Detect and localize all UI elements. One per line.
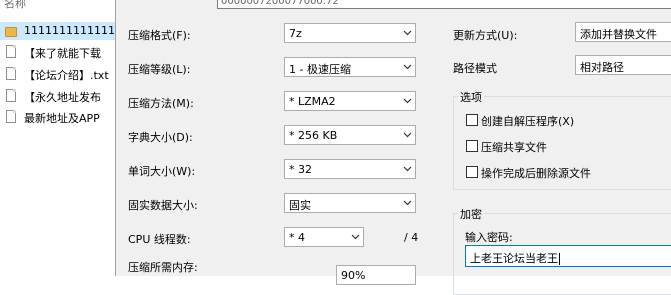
- text-caret: [559, 253, 560, 265]
- word-value: * 32: [289, 163, 312, 176]
- file-list-panel: 名称 11111111111111 【来了就能下载 【论坛介绍】.txt 【永久…: [0, 0, 115, 276]
- update-select[interactable]: 添加并替换文件: [575, 22, 671, 42]
- text-file-icon: [5, 67, 17, 81]
- text-file-icon: [5, 110, 17, 124]
- chevron-down-icon: [403, 200, 412, 206]
- word-select[interactable]: * 32: [284, 159, 416, 179]
- sfx-label: 创建自解压程序(X): [481, 115, 575, 128]
- file-name: 【论坛介绍】.txt: [24, 69, 109, 82]
- chevron-down-icon: [403, 30, 412, 36]
- chevron-down-icon: [403, 64, 412, 70]
- update-value: 添加并替换文件: [580, 28, 657, 41]
- update-label: 更新方式(U):: [453, 29, 518, 42]
- chevron-down-icon: [403, 166, 412, 172]
- level-select[interactable]: 1 - 极速压缩: [284, 57, 416, 77]
- format-value: 7z: [289, 27, 302, 40]
- file-name: 最新地址及APP: [24, 112, 100, 125]
- file-row[interactable]: 最新地址及APP: [0, 108, 115, 126]
- threads-select[interactable]: * 4: [284, 227, 364, 247]
- chevron-down-icon: [403, 98, 412, 104]
- solid-select[interactable]: 固实: [284, 193, 416, 213]
- threads-value: * 4: [289, 231, 305, 244]
- file-name: 11111111111111: [24, 24, 115, 37]
- method-label: 压缩方法(M):: [128, 97, 194, 110]
- file-row[interactable]: 11111111111111: [0, 22, 115, 40]
- file-row[interactable]: 【来了就能下载: [0, 43, 115, 61]
- chevron-down-icon: [351, 234, 360, 240]
- file-row[interactable]: 【永久地址发布: [0, 87, 115, 105]
- column-header-name[interactable]: 名称: [4, 0, 26, 11]
- delete-source-checkbox[interactable]: [466, 166, 478, 178]
- memory-label: 压缩所需内存:: [128, 261, 198, 274]
- password-value: 上老王论坛当老王: [470, 252, 560, 265]
- path-mode-label: 路径模式: [453, 62, 497, 75]
- solid-label: 固实数据大小:: [128, 199, 198, 212]
- format-select[interactable]: 7z: [284, 23, 416, 43]
- options-title: 选项: [458, 89, 484, 105]
- password-input[interactable]: 上老王论坛当老王: [465, 245, 671, 267]
- path-mode-value: 相对路径: [580, 61, 624, 74]
- dict-select[interactable]: * 256 KB: [284, 125, 416, 145]
- solid-value: 固实: [289, 199, 311, 212]
- chevron-down-icon: [403, 132, 412, 138]
- memory-select[interactable]: 90%: [336, 265, 416, 285]
- format-label: 压缩格式(F):: [128, 29, 191, 42]
- file-row[interactable]: 【论坛介绍】.txt: [0, 65, 115, 83]
- text-file-icon: [5, 45, 17, 59]
- encryption-title: 加密: [458, 206, 484, 222]
- threads-total: / 4: [404, 231, 419, 244]
- file-name: 【永久地址发布: [24, 91, 101, 104]
- shared-label: 压缩共享文件: [481, 141, 547, 154]
- dict-value: * 256 KB: [289, 129, 338, 142]
- word-label: 单词大小(W):: [128, 165, 196, 178]
- dict-label: 字典大小(D):: [128, 131, 193, 144]
- file-name: 【来了就能下载: [24, 47, 101, 60]
- method-select[interactable]: * LZMA2: [284, 91, 416, 111]
- archive-name-field[interactable]: 0000007200077000.72: [217, 0, 671, 9]
- add-to-archive-dialog: 0000007200077000.72 压缩格式(F): 7z 压缩等级(L):…: [115, 0, 671, 295]
- method-value: * LZMA2: [289, 95, 336, 108]
- threads-label: CPU 线程数:: [128, 233, 191, 246]
- path-mode-select[interactable]: 相对路径: [575, 55, 671, 75]
- level-label: 压缩等级(L):: [128, 63, 191, 76]
- password-label: 输入密码:: [465, 231, 513, 244]
- text-file-icon: [5, 89, 17, 103]
- level-value: 1 - 极速压缩: [289, 63, 351, 76]
- sfx-checkbox[interactable]: [466, 114, 478, 126]
- folder-icon: [5, 24, 17, 38]
- shared-checkbox[interactable]: [466, 140, 478, 152]
- delete-source-label: 操作完成后删除源文件: [481, 167, 591, 180]
